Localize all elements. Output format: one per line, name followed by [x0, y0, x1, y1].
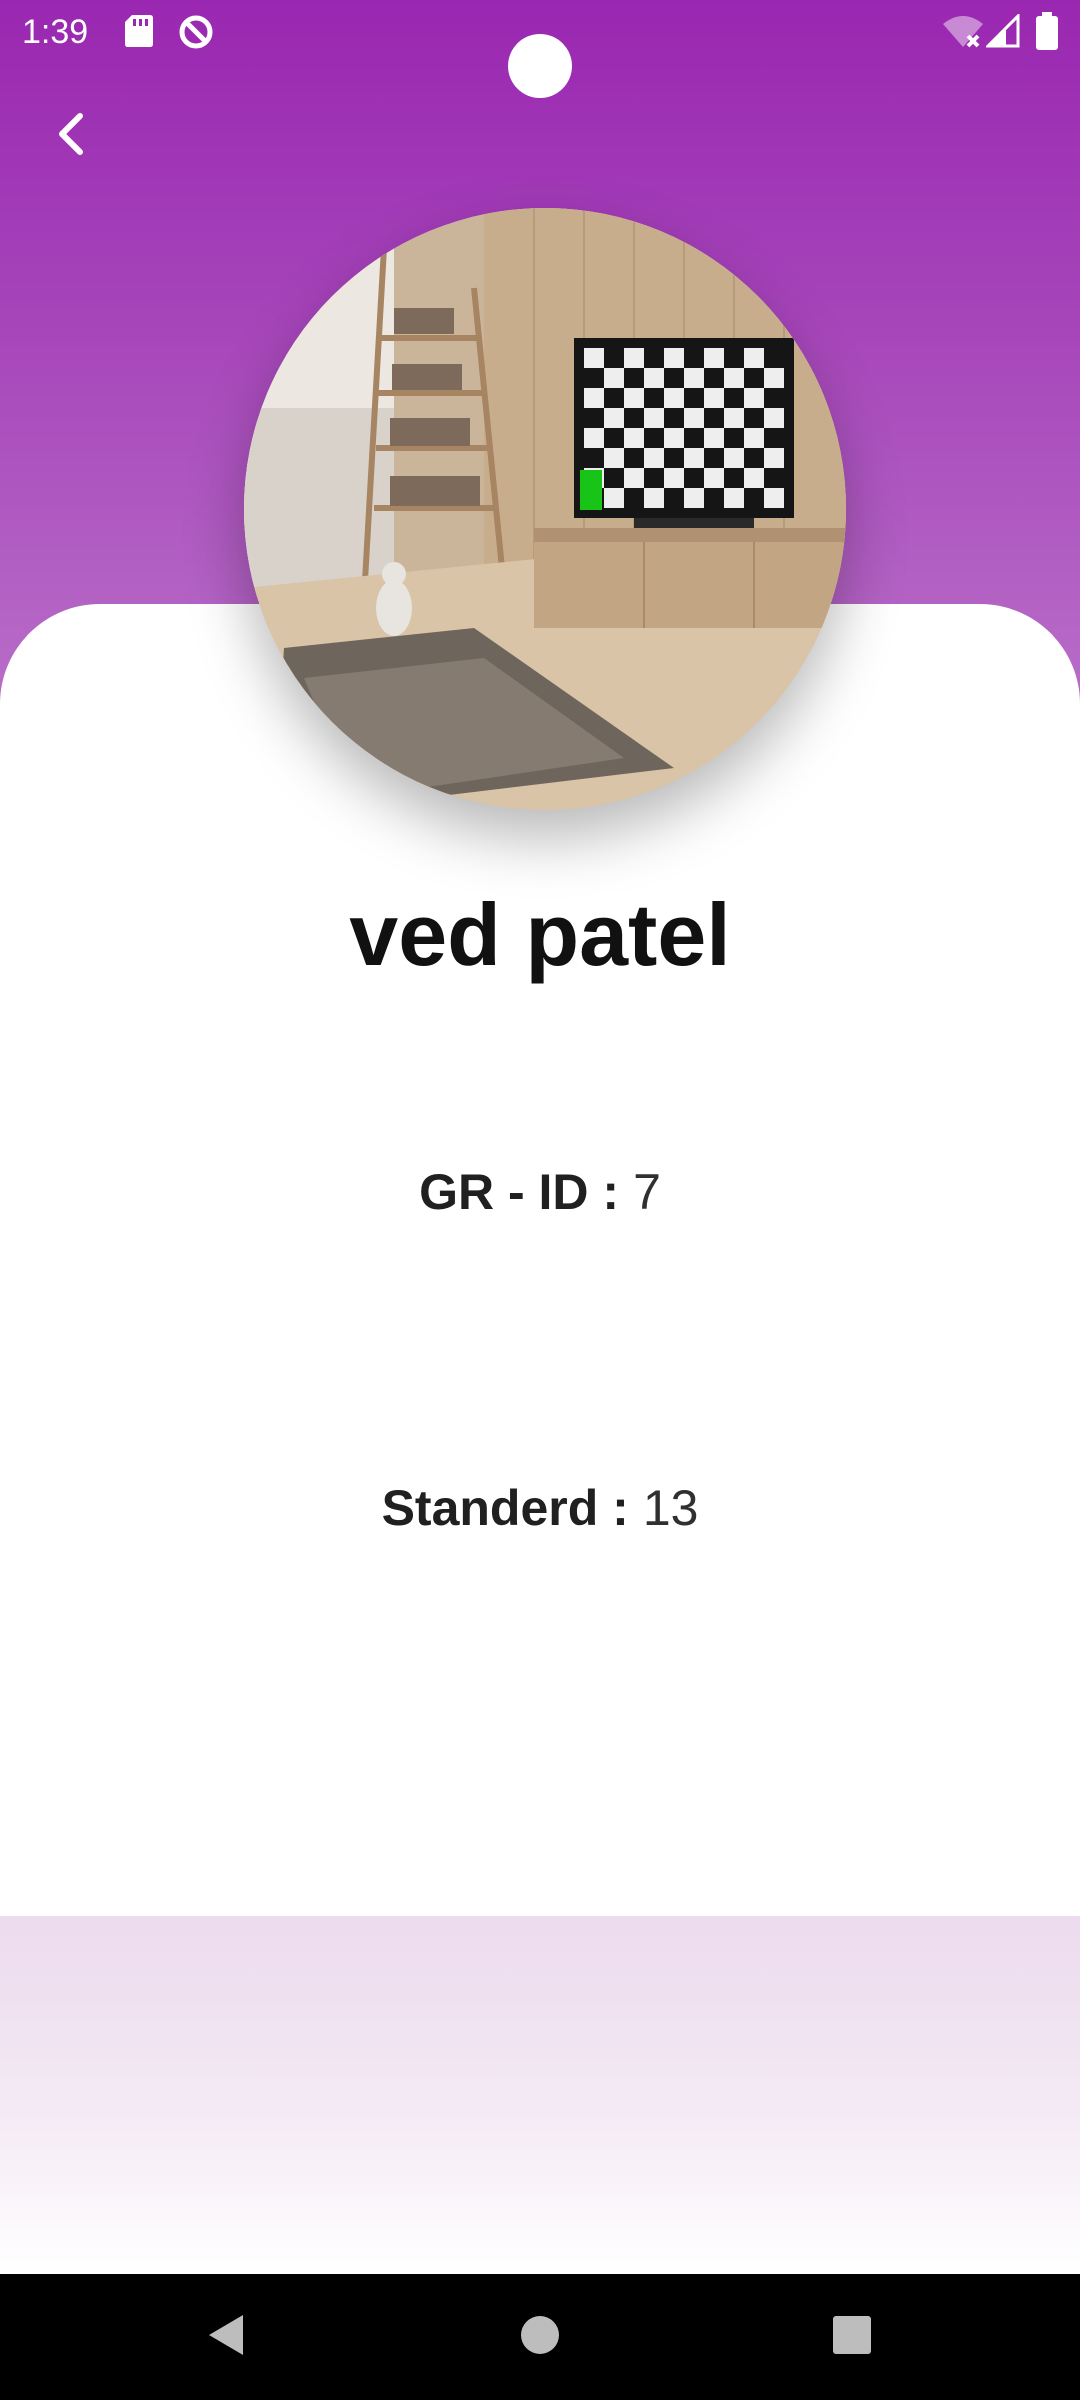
navigation-bar [0, 2274, 1080, 2400]
standard-label: Standerd : [381, 1480, 629, 1536]
front-camera-cutout [508, 34, 572, 98]
bottom-gradient [0, 1916, 1080, 2274]
signal-icon [984, 12, 1020, 53]
nav-recents-button[interactable] [782, 2274, 922, 2400]
status-time: 1:39 [22, 13, 89, 51]
gr-id-value: 7 [633, 1164, 661, 1220]
chevron-left-icon [52, 110, 92, 163]
gr-id-label: GR - ID : [419, 1164, 620, 1220]
back-triangle-icon [205, 2312, 247, 2363]
status-bar: 1:39 [0, 0, 1080, 98]
back-button[interactable] [40, 100, 104, 172]
recents-square-icon [832, 2315, 872, 2360]
gr-id-row: GR - ID :7 [0, 1160, 1080, 1224]
nav-home-button[interactable] [470, 2274, 610, 2400]
sd-card-icon [124, 14, 154, 53]
standard-row: Standerd :13 [0, 1476, 1080, 1540]
nav-back-button[interactable] [156, 2274, 296, 2400]
wifi-off-icon [942, 14, 984, 53]
data-saver-icon [178, 14, 214, 55]
avatar [244, 208, 846, 810]
standard-value: 13 [642, 1480, 699, 1536]
student-name: ved patel [349, 885, 731, 984]
battery-icon [1036, 12, 1058, 55]
home-circle-icon [520, 2315, 560, 2360]
